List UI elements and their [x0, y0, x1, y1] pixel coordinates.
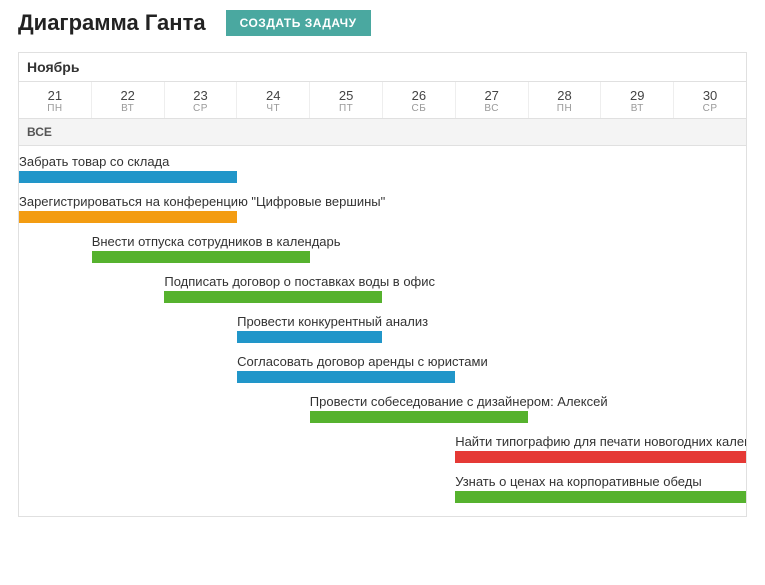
day-weekday: ЧТ	[237, 103, 309, 114]
gantt-task[interactable]: Зарегистрироваться на конференцию "Цифро…	[19, 194, 237, 223]
gantt-task-bar[interactable]	[164, 291, 382, 303]
gantt-task-label: Согласовать договор аренды с юристами	[237, 354, 455, 371]
day-number: 30	[674, 88, 746, 103]
day-number: 29	[601, 88, 673, 103]
day-weekday: СР	[674, 103, 746, 114]
gantt-task[interactable]: Провести конкурентный анализ	[237, 314, 382, 343]
gantt-task[interactable]: Узнать о ценах на корпоративные обеды	[455, 474, 746, 503]
day-number: 24	[237, 88, 309, 103]
day-cell[interactable]: 29 ВТ	[601, 82, 674, 118]
month-label: Ноябрь	[19, 53, 746, 82]
create-task-button[interactable]: СОЗДАТЬ ЗАДАЧУ	[226, 10, 371, 36]
day-number: 25	[310, 88, 382, 103]
gantt-task-label: Провести конкурентный анализ	[237, 314, 382, 331]
day-number: 28	[529, 88, 601, 103]
day-weekday: СР	[165, 103, 237, 114]
day-cell[interactable]: 26 СБ	[383, 82, 456, 118]
day-weekday: ВС	[456, 103, 528, 114]
gantt-task-label: Внести отпуска сотрудников в календарь	[92, 234, 310, 251]
gantt-task-bar[interactable]	[237, 331, 382, 343]
day-number: 26	[383, 88, 455, 103]
gantt-task[interactable]: Провести собеседование с дизайнером: Але…	[310, 394, 528, 423]
gantt-task-bar[interactable]	[455, 451, 746, 463]
gantt-task[interactable]: Забрать товар со склада	[19, 154, 237, 183]
day-weekday: ВТ	[601, 103, 673, 114]
days-header: 21 ПН 22 ВТ 23 СР 24 ЧТ 25 ПТ 26 СБ 27 В…	[19, 82, 746, 119]
day-cell[interactable]: 25 ПТ	[310, 82, 383, 118]
page-title: Диаграмма Ганта	[18, 10, 206, 36]
gantt-task-bar[interactable]	[455, 491, 746, 503]
gantt-task-bar[interactable]	[237, 371, 455, 383]
gantt-task-label: Подписать договор о поставках воды в офи…	[164, 274, 382, 291]
day-weekday: СБ	[383, 103, 455, 114]
header: Диаграмма Ганта СОЗДАТЬ ЗАДАЧУ	[18, 10, 747, 36]
day-cell[interactable]: 28 ПН	[529, 82, 602, 118]
gantt-task-label: Найти типографию для печати новогодних к…	[455, 434, 746, 451]
day-cell[interactable]: 27 ВС	[456, 82, 529, 118]
day-weekday: ПТ	[310, 103, 382, 114]
day-cell[interactable]: 23 СР	[165, 82, 238, 118]
gantt-task-label: Провести собеседование с дизайнером: Але…	[310, 394, 528, 411]
day-weekday: ПН	[19, 103, 91, 114]
day-number: 27	[456, 88, 528, 103]
day-number: 22	[92, 88, 164, 103]
gantt-task[interactable]: Внести отпуска сотрудников в календарь	[92, 234, 310, 263]
gantt-container: Ноябрь 21 ПН 22 ВТ 23 СР 24 ЧТ 25 ПТ 26 …	[18, 52, 747, 517]
gantt-task[interactable]: Согласовать договор аренды с юристами	[237, 354, 455, 383]
day-number: 23	[165, 88, 237, 103]
day-cell[interactable]: 21 ПН	[19, 82, 92, 118]
gantt-task[interactable]: Подписать договор о поставках воды в офи…	[164, 274, 382, 303]
gantt-task-bar[interactable]	[19, 171, 237, 183]
day-number: 21	[19, 88, 91, 103]
gantt-chart-area: Забрать товар со склада Зарегистрироватьс…	[19, 146, 746, 516]
gantt-task-bar[interactable]	[19, 211, 237, 223]
day-weekday: ПН	[529, 103, 601, 114]
day-cell[interactable]: 22 ВТ	[92, 82, 165, 118]
gantt-task-bar[interactable]	[310, 411, 528, 423]
all-row-label[interactable]: ВСЕ	[19, 119, 746, 146]
day-cell[interactable]: 24 ЧТ	[237, 82, 310, 118]
gantt-task[interactable]: Найти типографию для печати новогодних к…	[455, 434, 746, 463]
day-weekday: ВТ	[92, 103, 164, 114]
day-cell[interactable]: 30 СР	[674, 82, 746, 118]
gantt-task-label: Забрать товар со склада	[19, 154, 237, 171]
gantt-task-bar[interactable]	[92, 251, 310, 263]
gantt-task-label: Узнать о ценах на корпоративные обеды	[455, 474, 746, 491]
gantt-task-label: Зарегистрироваться на конференцию "Цифро…	[19, 194, 237, 211]
